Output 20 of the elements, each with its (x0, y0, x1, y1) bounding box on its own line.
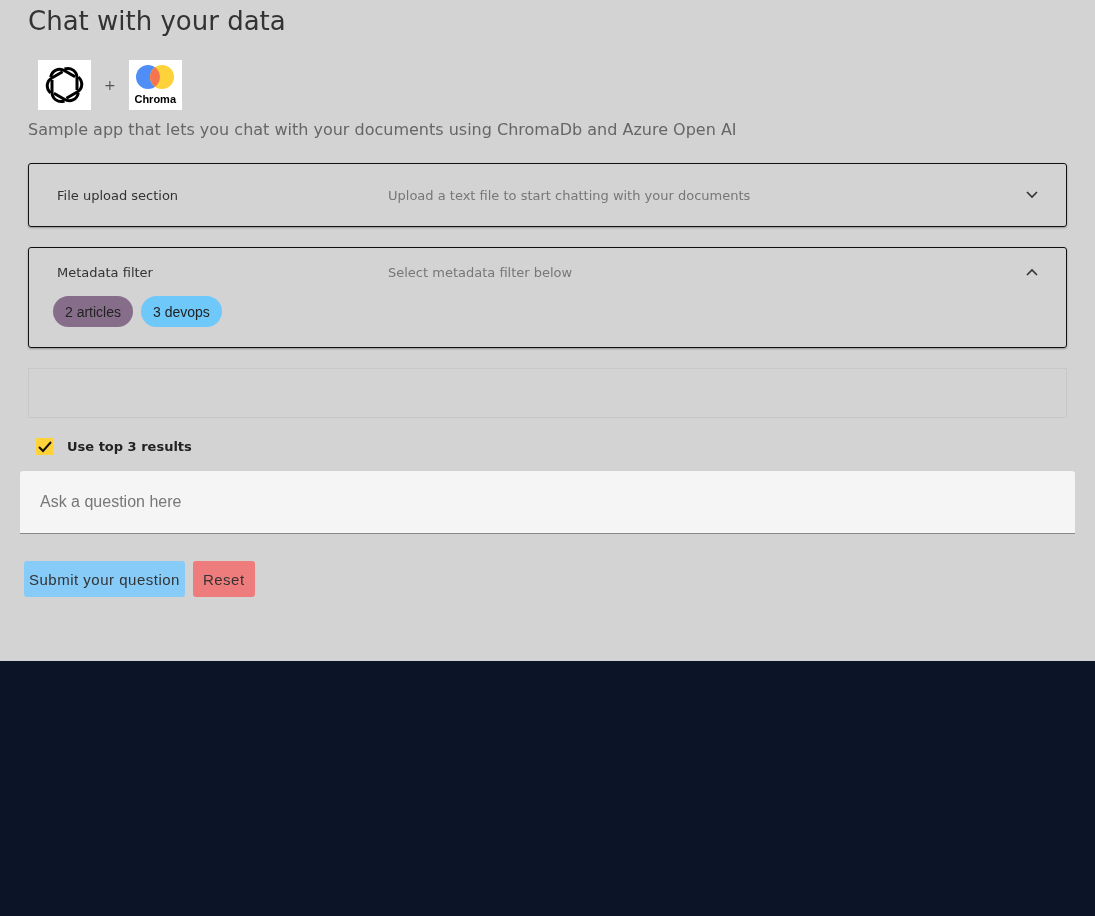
reset-button[interactable]: Reset (192, 561, 255, 597)
page-title: Chat with your data (28, 5, 287, 38)
chevron-up-icon (1026, 268, 1038, 276)
section-description: Upload a text file to start chatting with your documents (388, 187, 752, 203)
question-input[interactable]: Ask a question here (20, 471, 1075, 534)
section-description: Select metadata filter below (388, 264, 574, 280)
filter-chip[interactable]: 3 devops (141, 296, 222, 327)
accordion-header[interactable]: Metadata filter Select metadata filter below (29, 248, 1066, 296)
section-title: File upload section (57, 187, 180, 203)
plus-sign: + (104, 77, 116, 93)
chevron-down-icon (1026, 191, 1038, 199)
filter-chip[interactable]: 2 articles (53, 296, 134, 327)
accordion-header[interactable]: File upload section Upload a text file to start chatting with your documents (29, 164, 1066, 226)
section-title: Metadata filter (57, 264, 154, 280)
subtitle: Sample app that lets you chat with your documents using ChromaDb and Azure Open AI (28, 120, 738, 139)
submit-button[interactable]: Submit your question (24, 561, 185, 597)
checkbox-label: Use top 3 results (67, 439, 192, 454)
checkbox[interactable] (36, 438, 53, 455)
chroma-logo: Chroma (128, 60, 182, 110)
knot-logo-icon (38, 60, 91, 110)
